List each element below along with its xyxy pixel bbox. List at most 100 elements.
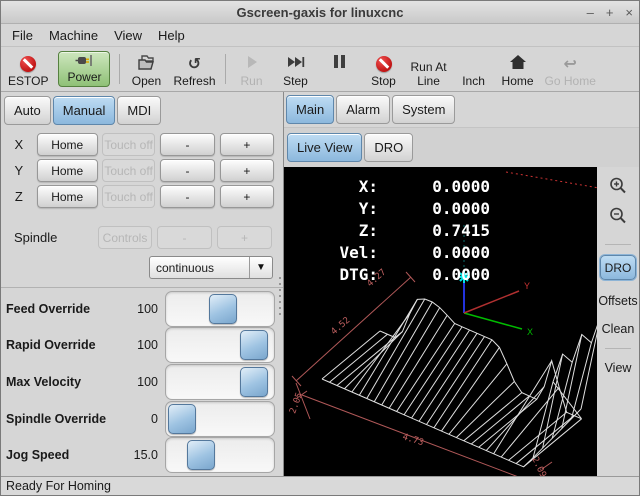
spindle-minus-button[interactable]: - xyxy=(157,226,212,249)
jog-mode-row: continuous ▼ xyxy=(1,249,283,279)
spindle-row: Spindle Controls - + xyxy=(1,226,279,249)
dro-dtg-value: 0.0000 xyxy=(378,265,490,284)
stop-button[interactable]: Stop xyxy=(362,47,406,91)
zoom-out-icon xyxy=(608,206,628,226)
gremlin-preview[interactable]: 4.52 4.27 2.05 4.73 2.09 X xyxy=(284,167,597,476)
run-button[interactable]: Run xyxy=(230,47,274,91)
open-button[interactable]: Open xyxy=(124,47,168,91)
axis-label-z: Z xyxy=(1,189,37,204)
max-velocity-slider[interactable] xyxy=(165,364,275,400)
go-home-button[interactable]: ↩ Go Home xyxy=(540,47,601,91)
menu-help[interactable]: Help xyxy=(150,26,193,45)
spindle-plus-button[interactable]: + xyxy=(217,226,272,249)
zoom-in-icon xyxy=(608,176,628,196)
slider-handle[interactable] xyxy=(209,294,237,324)
jog-plus-x-button[interactable]: + xyxy=(220,133,274,156)
status-message: Ready For Homing xyxy=(6,479,111,493)
dro-y-value: 0.0000 xyxy=(378,199,490,218)
step-button[interactable]: Step xyxy=(274,47,318,91)
jog-minus-x-button[interactable]: - xyxy=(160,133,214,156)
axis-row-y: Y Home Touch off - + xyxy=(1,159,279,182)
window-controls: – + × xyxy=(587,1,633,23)
jog-plus-y-button[interactable]: + xyxy=(220,159,274,182)
slider-handle[interactable] xyxy=(240,367,268,397)
dro-toggle-button[interactable]: DRO xyxy=(600,255,636,280)
menu-machine[interactable]: Machine xyxy=(41,26,106,45)
jog-plus-z-button[interactable]: + xyxy=(220,185,274,208)
tab-manual[interactable]: Manual xyxy=(53,96,116,125)
zoom-in-button[interactable] xyxy=(608,176,628,196)
slider-handle[interactable] xyxy=(168,404,196,434)
inch-button[interactable]: Inch xyxy=(452,47,496,91)
estop-icon xyxy=(20,56,36,72)
dim-label-top: 4.52 xyxy=(329,315,352,337)
tab-system[interactable]: System xyxy=(392,95,455,124)
dro-vel-value: 0.0000 xyxy=(378,243,490,262)
chevron-down-icon: ▼ xyxy=(249,257,272,278)
main-area: Auto Manual MDI X Home Touch off - + Y H… xyxy=(1,92,639,476)
jog-speed-value: 15.0 xyxy=(124,448,158,462)
touch-off-x-button[interactable]: Touch off xyxy=(102,133,155,156)
home-y-button[interactable]: Home xyxy=(37,159,98,182)
zoom-out-button[interactable] xyxy=(608,206,628,226)
power-plug-icon xyxy=(75,54,93,70)
spindle-override-slider[interactable] xyxy=(165,401,275,437)
minimize-button[interactable]: – xyxy=(587,6,594,19)
axis-controls: X Home Touch off - + Y Home Touch off - … xyxy=(1,128,283,211)
offsets-button[interactable]: Offsets xyxy=(598,294,637,308)
slider-handle[interactable] xyxy=(240,330,268,360)
view-button[interactable]: View xyxy=(605,361,632,375)
tab-main[interactable]: Main xyxy=(286,95,334,124)
slider-row-spindle-override: Spindle Override 0 xyxy=(1,401,283,437)
close-button[interactable]: × xyxy=(625,6,633,19)
tab-alarm[interactable]: Alarm xyxy=(336,95,390,124)
spindle-label: Spindle xyxy=(1,230,98,245)
stop-icon xyxy=(376,56,392,72)
clean-button[interactable]: Clean xyxy=(602,322,635,336)
tab-dro[interactable]: DRO xyxy=(364,133,413,162)
estop-button[interactable]: ESTOP xyxy=(3,47,53,91)
dim-label-bottom: 4.73 xyxy=(401,432,425,448)
axis-label-x: X xyxy=(1,137,37,152)
pane-splitter-handle[interactable] xyxy=(279,277,281,315)
feed-override-slider[interactable] xyxy=(165,291,275,327)
touch-off-y-button[interactable]: Touch off xyxy=(102,159,155,182)
refresh-button[interactable]: ↺ Refresh xyxy=(168,47,220,91)
maximize-button[interactable]: + xyxy=(606,6,614,19)
window-title: Gscreen-gaxis for linuxcnc xyxy=(237,5,404,20)
override-sliders: Feed Override 100 Rapid Override 100 Max… xyxy=(1,287,283,476)
jog-speed-slider[interactable] xyxy=(165,437,275,473)
tab-live-view[interactable]: Live View xyxy=(287,133,362,162)
toolbar-separator xyxy=(119,54,120,84)
spindle-controls-button[interactable]: Controls xyxy=(98,226,152,249)
power-button[interactable]: Power xyxy=(53,47,115,91)
home-z-button[interactable]: Home xyxy=(37,185,98,208)
slider-row-rapid-override: Rapid Override 100 xyxy=(1,327,283,363)
axis-x-label: X xyxy=(527,327,533,337)
view-subtabs: Live View DRO xyxy=(284,127,639,167)
tab-mdi[interactable]: MDI xyxy=(117,96,161,125)
spindle-override-value: 0 xyxy=(124,412,158,426)
home-button[interactable]: Home xyxy=(496,47,540,91)
rapid-override-slider[interactable] xyxy=(165,327,275,363)
touch-off-z-button[interactable]: Touch off xyxy=(102,185,155,208)
home-x-button[interactable]: Home xyxy=(37,133,98,156)
rapid-override-value: 100 xyxy=(124,338,158,352)
axis-row-z: Z Home Touch off - + xyxy=(1,185,279,208)
tab-auto[interactable]: Auto xyxy=(4,96,51,125)
menu-view[interactable]: View xyxy=(106,26,150,45)
title-bar[interactable]: Gscreen-gaxis for linuxcnc – + × xyxy=(1,1,639,24)
strip-separator xyxy=(605,244,631,245)
menu-bar: File Machine View Help xyxy=(1,24,639,46)
menu-file[interactable]: File xyxy=(4,26,41,45)
slider-row-jog-speed: Jog Speed 15.0 xyxy=(1,437,283,473)
jog-minus-z-button[interactable]: - xyxy=(160,185,214,208)
mode-tabs: Auto Manual MDI xyxy=(1,92,283,128)
display-tabs: Main Alarm System xyxy=(284,92,639,127)
jog-mode-select[interactable]: continuous ▼ xyxy=(149,256,273,279)
run-at-line-button[interactable]: Run At Line xyxy=(406,47,452,91)
pause-button[interactable] xyxy=(318,47,362,91)
strip-separator xyxy=(605,348,631,349)
slider-handle[interactable] xyxy=(187,440,215,470)
jog-minus-y-button[interactable]: - xyxy=(160,159,214,182)
